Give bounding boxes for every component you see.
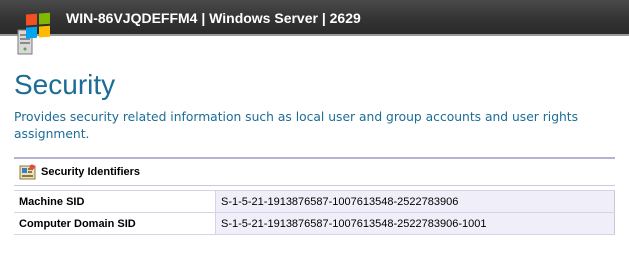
computer-domain-sid-label: Computer Domain SID xyxy=(14,212,216,235)
page-description: Provides security related information su… xyxy=(14,110,579,141)
section-header: Security Identifiers xyxy=(14,159,615,186)
page-title: Security xyxy=(14,69,116,100)
table-row: Machine SID S-1-5-21-1913876587-10076135… xyxy=(14,190,615,213)
security-identifiers-icon xyxy=(19,164,36,180)
machine-sid-label: Machine SID xyxy=(14,190,216,213)
header-bar: WIN-86VJQDEFFM4 | Windows Server | 2629 xyxy=(0,0,629,36)
sid-table: Machine SID S-1-5-21-1913876587-10076135… xyxy=(14,190,615,235)
windows-server-icon xyxy=(17,12,50,55)
machine-sid-value: S-1-5-21-1913876587-1007613548-252278390… xyxy=(215,190,615,213)
computer-domain-sid-value: S-1-5-21-1913876587-1007613548-252278390… xyxy=(215,212,615,235)
section-title: Security Identifiers xyxy=(41,166,141,178)
security-identifiers-section: Security Identifiers Machine SID S-1-5-2… xyxy=(14,157,615,235)
header-title: WIN-86VJQDEFFM4 | Windows Server | 2629 xyxy=(66,10,361,26)
table-row: Computer Domain SID S-1-5-21-1913876587-… xyxy=(14,212,615,235)
